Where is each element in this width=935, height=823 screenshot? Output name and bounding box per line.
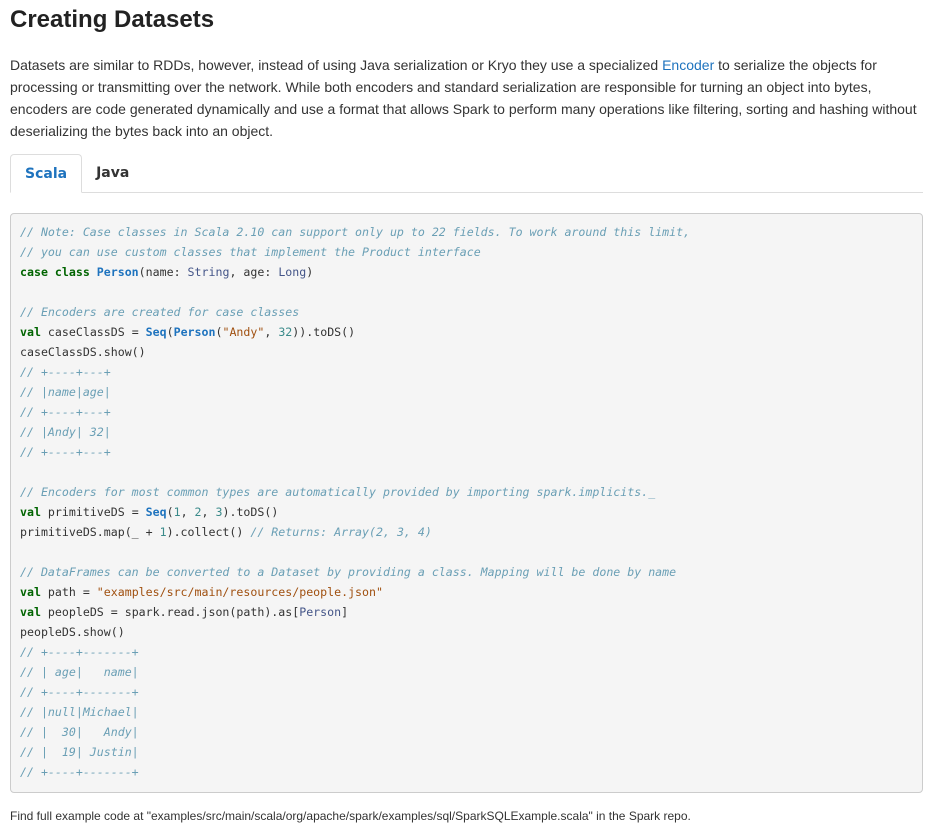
code-token: 1 — [159, 525, 167, 539]
code-token: // |Andy| 32| — [20, 425, 111, 439]
code-token: Person — [96, 265, 139, 279]
code-line: // |name|age| — [20, 382, 913, 402]
code-token: caseClassDS = — [40, 325, 146, 339]
code-token: , age: — [229, 265, 279, 279]
tab-java[interactable]: Java — [82, 154, 143, 192]
code-token: 1 — [173, 505, 181, 519]
code-line: // +----+-------+ — [20, 642, 913, 662]
code-token: peopleDS.show() — [20, 625, 125, 639]
code-token: (name: — [138, 265, 188, 279]
code-line: // Note: Case classes in Scala 2.10 can … — [20, 222, 913, 242]
code-token: val — [20, 505, 41, 519]
code-token: // +----+-------+ — [20, 765, 139, 779]
code-token: Long — [278, 265, 307, 279]
intro-text-before: Datasets are similar to RDDs, however, i… — [10, 57, 663, 73]
code-token: val — [20, 325, 41, 339]
code-token: 32 — [278, 325, 293, 339]
code-line: // +----+---+ — [20, 442, 913, 462]
code-token: // +----+---+ — [20, 405, 111, 419]
code-token: val — [20, 605, 41, 619]
code-token: ).collect() — [166, 525, 251, 539]
code-line: // | age| name| — [20, 662, 913, 682]
code-token: , — [264, 325, 279, 339]
code-token: "Andy" — [222, 325, 265, 339]
code-token: // Note: Case classes in Scala 2.10 can … — [20, 225, 691, 239]
code-line: primitiveDS.map(_ + 1).collect() // Retu… — [20, 522, 913, 542]
code-token: // | 19| Justin| — [20, 745, 139, 759]
code-line: // Encoders for most common types are au… — [20, 482, 913, 502]
code-line: val path = "examples/src/main/resources/… — [20, 582, 913, 602]
code-token: // +----+-------+ — [20, 645, 139, 659]
code-token: ( — [166, 325, 174, 339]
code-token: "examples/src/main/resources/people.json… — [96, 585, 383, 599]
tab-scala[interactable]: Scala — [10, 154, 83, 193]
code-token: String — [187, 265, 230, 279]
code-token: // DataFrames can be converted to a Data… — [20, 565, 677, 579]
code-token: ( — [166, 505, 174, 519]
code-line: // |null|Michael| — [20, 702, 913, 722]
code-token: primitiveDS.map(_ + — [20, 525, 160, 539]
code-token: , — [201, 505, 216, 519]
code-token: // +----+---+ — [20, 445, 111, 459]
code-line: // +----+---+ — [20, 402, 913, 422]
code-line: val primitiveDS = Seq(1, 2, 3).toDS() — [20, 502, 913, 522]
code-line: // |Andy| 32| — [20, 422, 913, 442]
code-line: // +----+---+ — [20, 362, 913, 382]
code-token: primitiveDS = — [40, 505, 146, 519]
code-token: , — [180, 505, 195, 519]
code-token: ).toDS() — [222, 505, 279, 519]
code-line: val peopleDS = spark.read.json(path).as[… — [20, 602, 913, 622]
code-token: case class — [20, 265, 97, 279]
code-token: // +----+---+ — [20, 365, 111, 379]
code-token: Person — [173, 325, 216, 339]
page-content: Creating Datasets Datasets are similar t… — [0, 0, 935, 823]
code-line: // you can use custom classes that imple… — [20, 242, 913, 262]
code-token: val — [20, 585, 41, 599]
code-token: // +----+-------+ — [20, 685, 139, 699]
code-line: // | 19| Justin| — [20, 742, 913, 762]
code-line: case class Person(name: String, age: Lon… — [20, 262, 913, 282]
code-token: // | 30| Andy| — [20, 725, 139, 739]
code-token: caseClassDS.show() — [20, 345, 146, 359]
code-token: // |null|Michael| — [20, 705, 139, 719]
code-token: ] — [341, 605, 349, 619]
code-token: // Encoders are created for case classes — [20, 305, 300, 319]
code-line: // Encoders are created for case classes — [20, 302, 913, 322]
code-block: // Note: Case classes in Scala 2.10 can … — [10, 213, 923, 793]
language-tabs: Scala Java — [10, 154, 923, 193]
code-token: // Encoders for most common types are au… — [20, 485, 656, 499]
code-token: ) — [306, 265, 314, 279]
code-token: // Returns: Array(2, 3, 4) — [250, 525, 432, 539]
code-line: val caseClassDS = Seq(Person("Andy", 32)… — [20, 322, 913, 342]
code-token: path = — [40, 585, 97, 599]
code-line: // | 30| Andy| — [20, 722, 913, 742]
intro-paragraph: Datasets are similar to RDDs, however, i… — [10, 54, 923, 142]
code-token: Seq — [145, 325, 167, 339]
code-line: // +----+-------+ — [20, 762, 913, 782]
code-token: peopleDS = spark.read.json(path).as[ — [40, 605, 300, 619]
page-title: Creating Datasets — [10, 6, 215, 33]
code-token: // | age| name| — [20, 665, 139, 679]
code-token: 2 — [194, 505, 202, 519]
code-line: // DataFrames can be converted to a Data… — [20, 562, 913, 582]
code-line: // +----+-------+ — [20, 682, 913, 702]
code-line: caseClassDS.show() — [20, 342, 913, 362]
code-line: peopleDS.show() — [20, 622, 913, 642]
code-token: // you can use custom classes that imple… — [20, 245, 481, 259]
encoder-link[interactable]: Encoder — [662, 57, 714, 73]
code-token: )).toDS() — [292, 325, 356, 339]
code-token: Person — [299, 605, 342, 619]
code-token: Seq — [145, 505, 167, 519]
code-token: // |name|age| — [20, 385, 111, 399]
